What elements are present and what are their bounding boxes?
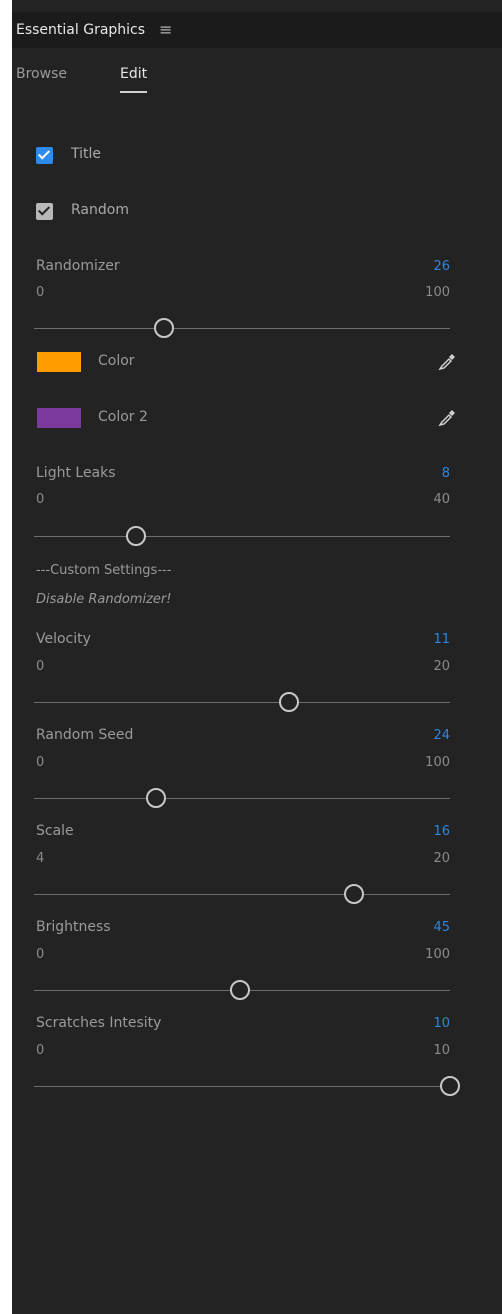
scratches-intensity-value[interactable]: 10 [433,1016,450,1031]
randomizer-slider-thumb[interactable] [154,318,174,338]
scratches-intensity-min: 0 [36,1043,45,1058]
velocity-min: 0 [36,659,45,674]
scale-slider-track[interactable] [34,884,450,904]
randomizer-label: Randomizer [36,258,120,274]
random-seed-min: 0 [36,755,45,770]
light-leaks-value[interactable]: 8 [442,466,450,481]
brightness-max: 100 [425,947,450,962]
light-leaks-label: Light Leaks [36,465,116,481]
eyedropper-icon[interactable] [437,352,457,372]
random-seed-label: Random Seed [36,727,134,743]
random-checkbox-label: Random [71,202,129,218]
randomizer-max: 100 [425,285,450,300]
scale-label: Scale [36,823,74,839]
scratches-intensity-slider-track[interactable] [34,1076,460,1096]
color-row: Color [37,352,457,374]
eyedropper-icon[interactable] [437,408,457,428]
scratches-intensity-slider-thumb[interactable] [440,1076,460,1096]
light-leaks-max: 40 [433,492,450,507]
random-seed-slider-thumb[interactable] [146,788,166,808]
light-leaks-slider-thumb[interactable] [126,526,146,546]
custom-settings-note: Disable Randomizer! [36,592,172,607]
randomizer-slider-track[interactable] [34,318,450,338]
tab-bar: Browse Edit [12,66,502,96]
title-checkbox-label: Title [71,146,102,162]
scale-slider-thumb[interactable] [344,884,364,904]
scratches-intensity-label: Scratches Intesity [36,1015,162,1031]
hamburger-icon[interactable]: ≡ [159,20,172,39]
random-seed-max: 100 [425,755,450,770]
essential-graphics-panel: Essential Graphics ≡ Browse Edit Title R… [12,0,502,1314]
randomizer-value[interactable]: 26 [433,259,450,274]
color-2-row: Color 2 [37,408,457,430]
velocity-max: 20 [433,659,450,674]
tab-edit[interactable]: Edit [120,66,148,93]
color-2-swatch[interactable] [37,408,81,428]
custom-settings-heading: ---Custom Settings--- [36,563,172,578]
scale-value[interactable]: 16 [433,824,450,839]
color-label: Color [98,353,135,369]
light-leaks-min: 0 [36,492,45,507]
panel-title: Essential Graphics [16,22,146,38]
scale-min: 4 [36,851,45,866]
random-seed-value[interactable]: 24 [433,728,450,743]
brightness-value[interactable]: 45 [433,920,450,935]
brightness-label: Brightness [36,919,111,935]
color-2-label: Color 2 [98,409,148,425]
light-leaks-slider-track[interactable] [34,526,450,546]
brightness-slider-thumb[interactable] [230,980,250,1000]
brightness-min: 0 [36,947,45,962]
color-swatch[interactable] [37,352,81,372]
velocity-value[interactable]: 11 [433,632,450,647]
tab-browse[interactable]: Browse [16,66,67,82]
scale-max: 20 [433,851,450,866]
velocity-slider-track[interactable] [34,692,450,712]
panel-header: Essential Graphics ≡ [12,12,502,48]
scratches-intensity-max: 10 [433,1043,450,1058]
randomizer-min: 0 [36,285,45,300]
random-checkbox[interactable] [36,203,53,220]
brightness-slider-track[interactable] [34,980,450,1000]
velocity-label: Velocity [36,631,91,647]
velocity-slider-thumb[interactable] [279,692,299,712]
title-checkbox[interactable] [36,147,53,164]
random-seed-slider-track[interactable] [34,788,450,808]
